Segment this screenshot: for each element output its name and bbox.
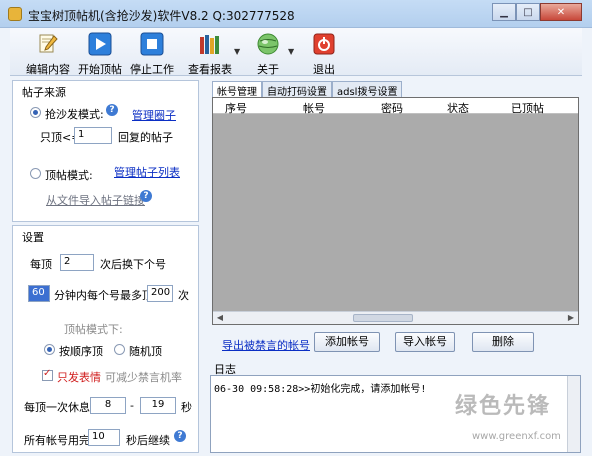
about-button[interactable]: 关于 [242,30,294,76]
all-used-input[interactable]: 10 [88,429,120,446]
account-table[interactable]: 序号 帐号 密码 状态 已顶帖 ◀ ▶ [212,97,579,325]
post-source-title: 帖子来源 [22,86,66,99]
tab-account-management[interactable]: 帐号管理 [212,81,262,98]
watermark-text: 绿色先锋 [455,394,552,419]
manage-circle-link[interactable]: 管理圈子 [132,107,176,123]
tab-adsl-dial[interactable]: adsl拨号设置 [332,81,403,98]
about-dropdown-arrow-icon[interactable]: ▼ [288,47,294,56]
minimize-button[interactable]: ▁ [492,3,516,21]
table-header: 序号 帐号 密码 状态 已顶帖 [213,98,578,116]
watermark-url: www.greenxf.com [472,431,561,442]
manage-post-list-link[interactable]: 管理帖子列表 [114,164,180,180]
rest-unit-label: 秒 [181,401,192,414]
books-icon [200,35,219,54]
top-mode-label: 顶帖模式: [45,169,93,182]
scroll-thumb[interactable] [353,314,413,322]
minutes-input[interactable]: 60 [28,285,50,302]
import-account-button[interactable]: 导入帐号 [395,332,455,352]
report-dropdown-arrow-icon[interactable]: ▼ [234,47,240,56]
order-top-label: 按顺序顶 [59,345,103,358]
window-title: 宝宝树顶帖机(含抢沙发)软件V8.2 Q:302777528 [28,9,295,23]
export-banned-link[interactable]: 导出被禁言的帐号 [222,337,310,353]
stop-icon [140,32,164,56]
import-links-link[interactable]: 从文件导入帖子链接 [46,192,145,208]
settings-title: 设置 [22,231,44,244]
play-icon [88,32,112,56]
start-top-button[interactable]: 开始顶帖 [74,30,126,76]
pencil-icon [39,34,58,53]
globe-icon [257,33,279,55]
close-button[interactable]: ✕ [540,3,582,21]
continue-help-icon[interactable]: ? [174,430,186,442]
log-vertical-scrollbar[interactable] [567,376,580,452]
reduce-ban-label: 可减少禁言机率 [105,371,182,384]
rest-dash: - [130,399,134,412]
maximize-button[interactable]: □ [516,3,540,21]
edit-content-button[interactable]: 编辑内容 [22,30,74,76]
delete-button[interactable]: 删除 [472,332,534,352]
only-emoji-checkbox[interactable] [42,368,53,381]
column-header-topped[interactable]: 已顶帖 [511,100,544,116]
only-emoji-label: 只发表情 [57,371,101,384]
only-top-suffix-label: 回复的帖子 [118,131,173,144]
column-header-status[interactable]: 状态 [447,100,469,116]
tab-auto-captcha[interactable]: 自动打码设置 [262,81,332,98]
per-top-label: 每顶 [30,258,52,271]
continue-after-label: 秒后继续 [126,434,170,447]
app-icon [8,7,22,21]
exit-button[interactable]: 退出 [298,30,350,76]
sofa-mode-radio[interactable] [30,107,41,118]
stop-work-button[interactable]: 停止工作 [126,30,178,76]
horizontal-scrollbar[interactable]: ◀ ▶ [213,311,578,324]
log-line: 06-30 09:58:28>>初始化完成，请添加帐号! [214,384,427,395]
sofa-mode-label: 抢沙发模式: [45,108,104,121]
sofa-help-icon[interactable]: ? [106,104,118,116]
per-top-input[interactable]: 2 [60,254,94,271]
random-top-label: 随机顶 [129,345,162,358]
rest-from-input[interactable]: 8 [90,397,126,414]
column-header-password[interactable]: 密码 [381,100,403,116]
top-mode-sub-label: 顶帖模式下: [64,323,123,336]
import-help-icon[interactable]: ? [140,190,152,202]
max-tops-suffix-label: 次 [178,289,189,302]
rest-label: 每顶一次休息 [24,401,90,414]
order-top-radio[interactable] [44,344,55,355]
minutes-label: 分钟内每个号最多顶 [54,289,153,302]
random-top-radio[interactable] [114,344,125,355]
rest-to-input[interactable]: 19 [140,397,176,414]
power-icon [313,33,335,55]
view-report-button[interactable]: 查看报表 [184,30,236,76]
column-header-account[interactable]: 帐号 [303,100,325,116]
toolbar: 编辑内容 开始顶帖 停止工作 查看报表 ▼ 关于 ▼ 退出 [10,28,582,76]
only-top-input[interactable]: 1 [74,127,112,144]
max-tops-input[interactable]: 200 [147,285,173,302]
scroll-right-icon[interactable]: ▶ [565,313,577,324]
per-top-suffix-label: 次后换下个号 [100,258,166,271]
window-controls: ▁ □ ✕ [492,3,582,21]
column-header-index[interactable]: 序号 [225,100,247,116]
add-account-button[interactable]: 添加帐号 [314,332,380,352]
all-used-label: 所有帐号用完 [24,434,90,447]
scroll-left-icon[interactable]: ◀ [214,313,226,324]
title-bar: 宝宝树顶帖机(含抢沙发)软件V8.2 Q:302777528 ▁ □ ✕ [0,0,592,28]
top-mode-radio[interactable] [30,168,41,179]
